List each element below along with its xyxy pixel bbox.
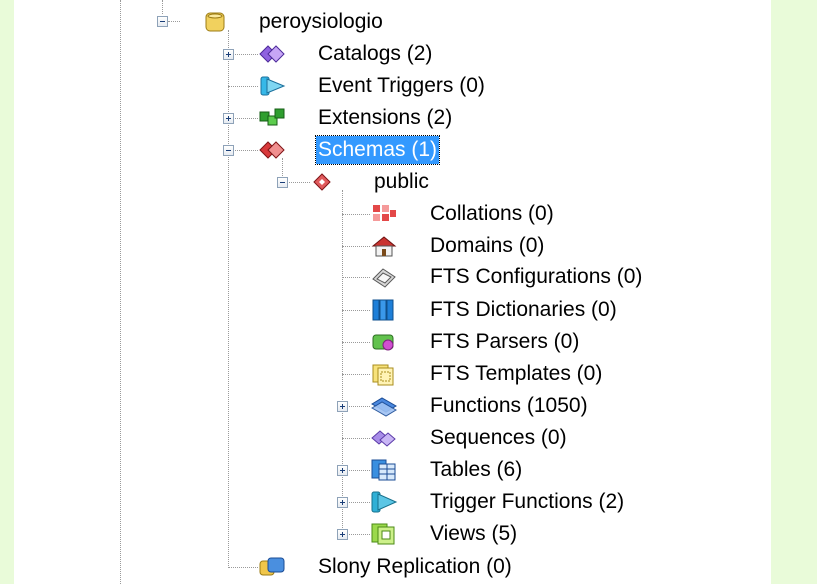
fts-dictionaries-icon xyxy=(370,298,398,322)
tree-connector xyxy=(228,30,229,568)
tree-label-views[interactable]: Views (5) xyxy=(430,520,517,548)
tree-label-fts-parsers[interactable]: FTS Parsers (0) xyxy=(430,328,579,356)
tree-label-fts-templates[interactable]: FTS Templates (0) xyxy=(430,360,602,388)
sequences-icon xyxy=(370,426,398,450)
collations-icon xyxy=(370,202,398,226)
object-browser-tree: peroysiologio Catalogs (2) Event Trigger… xyxy=(14,0,771,584)
tree-label-fts-configurations[interactable]: FTS Configurations (0) xyxy=(430,263,642,291)
tree-toggle-expand[interactable] xyxy=(223,49,234,60)
tree-label-trigger-functions[interactable]: Trigger Functions (2) xyxy=(430,488,624,516)
tree-label-sequences[interactable]: Sequences (0) xyxy=(430,424,567,452)
domains-icon xyxy=(370,234,398,258)
tree-connector xyxy=(342,214,370,215)
tree-connector xyxy=(342,342,370,343)
tree-connector xyxy=(342,310,370,311)
tree-toggle-expand[interactable] xyxy=(337,465,348,476)
fts-templates-icon xyxy=(370,362,398,386)
extensions-icon xyxy=(258,106,286,130)
tree-label-collations[interactable]: Collations (0) xyxy=(430,200,554,228)
tree-toggle-expand[interactable] xyxy=(337,401,348,412)
right-background-strip xyxy=(771,0,817,584)
tree-label-event-triggers[interactable]: Event Triggers (0) xyxy=(318,72,485,100)
tree-label-functions[interactable]: Functions (1050) xyxy=(430,392,588,420)
tree-label-tables[interactable]: Tables (6) xyxy=(430,456,522,484)
catalogs-icon xyxy=(258,42,286,66)
tree-label-slony-replication[interactable]: Slony Replication (0) xyxy=(318,553,512,581)
fts-parsers-icon xyxy=(370,330,398,354)
trigger-functions-icon xyxy=(370,490,398,514)
tables-icon xyxy=(370,458,398,482)
left-background-strip xyxy=(0,0,14,584)
tree-toggle-expand[interactable] xyxy=(223,113,234,124)
tree-connector xyxy=(120,0,121,584)
tree-label-fts-dictionaries[interactable]: FTS Dictionaries (0) xyxy=(430,296,617,324)
event-triggers-icon xyxy=(258,74,286,98)
tree-toggle-expand[interactable] xyxy=(337,529,348,540)
tree-connector xyxy=(228,86,258,87)
tree-label-catalogs[interactable]: Catalogs (2) xyxy=(318,40,432,68)
tree-label-extensions[interactable]: Extensions (2) xyxy=(318,104,452,132)
fts-configurations-icon xyxy=(370,265,398,289)
tree-toggle-collapse[interactable] xyxy=(277,177,288,188)
tree-connector xyxy=(342,246,370,247)
schema-icon xyxy=(310,170,338,194)
slony-replication-icon xyxy=(258,555,286,579)
tree-label-domains[interactable]: Domains (0) xyxy=(430,232,544,260)
tree-connector xyxy=(342,374,370,375)
tree-connector xyxy=(342,190,343,532)
functions-icon xyxy=(370,394,398,418)
database-icon xyxy=(202,10,230,34)
views-icon xyxy=(370,522,398,546)
tree-connector xyxy=(162,0,163,14)
tree-toggle-collapse[interactable] xyxy=(157,16,168,27)
tree-label-database[interactable]: peroysiologio xyxy=(259,8,383,36)
tree-label-public[interactable]: public xyxy=(374,168,429,196)
tree-connector xyxy=(342,438,370,439)
schemas-icon xyxy=(258,138,286,162)
tree-connector xyxy=(168,21,180,22)
tree-toggle-expand[interactable] xyxy=(337,497,348,508)
tree-toggle-collapse[interactable] xyxy=(223,145,234,156)
tree-connector xyxy=(228,567,258,568)
tree-label-schemas[interactable]: Schemas (1) xyxy=(314,135,441,165)
tree-connector xyxy=(342,277,370,278)
